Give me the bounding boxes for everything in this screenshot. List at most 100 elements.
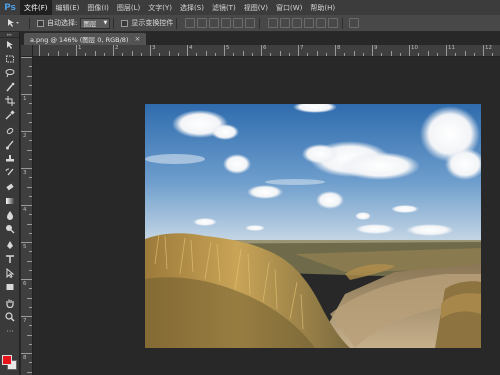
options-separator	[176, 17, 178, 29]
document-tab-title: a.png @ 146% (图层 0, RGB/8)	[30, 36, 129, 44]
align-right-icon[interactable]	[245, 18, 256, 28]
spot-heal-tool-icon[interactable]	[0, 124, 20, 138]
distribute-right-icon[interactable]	[328, 18, 339, 28]
ruler-minor-tick	[29, 177, 32, 179]
ruler-minor-tick	[196, 53, 198, 56]
distribute-left-icon[interactable]	[304, 18, 315, 28]
gradient-tool-icon[interactable]	[0, 194, 20, 208]
menu-window[interactable]: 窗口(W)	[272, 0, 306, 15]
ruler-minor-tick	[27, 334, 32, 336]
menu-help[interactable]: 帮助(H)	[306, 0, 339, 15]
menu-edit[interactable]: 编辑(E)	[52, 0, 84, 15]
type-tool-icon[interactable]	[0, 252, 20, 266]
ruler-minor-tick	[168, 51, 170, 56]
menu-layer[interactable]: 图层(L)	[113, 0, 144, 15]
ruler-tick	[335, 45, 336, 56]
ruler-label: 10	[411, 45, 418, 51]
distribute-vcenter-icon[interactable]	[280, 18, 291, 28]
ruler-minor-tick	[307, 53, 309, 56]
menu-image[interactable]: 图像(I)	[83, 0, 113, 15]
edit-toolbar-icon[interactable]: ···	[0, 324, 20, 338]
ruler-label: 1	[23, 96, 27, 102]
document-tab[interactable]: a.png @ 146% (图层 0, RGB/8) ×	[24, 33, 147, 45]
vertical-ruler[interactable]: 1 2 3 4 5 6 7 8	[21, 57, 33, 375]
horizontal-ruler[interactable]: 1 2 3 4 5 6 7 8 9 10 11 12	[33, 45, 500, 57]
ruler-label: 3	[152, 45, 156, 51]
ruler-minor-tick	[29, 140, 32, 142]
menu-filter[interactable]: 滤镜(T)	[208, 0, 240, 15]
ruler-minor-tick	[381, 53, 383, 56]
ruler-label: 8	[337, 45, 341, 51]
ruler-minor-tick	[159, 53, 161, 56]
zoom-tool-icon[interactable]	[0, 310, 20, 324]
distribute-top-icon[interactable]	[268, 18, 279, 28]
ruler-minor-tick	[140, 53, 142, 56]
ruler-tick	[261, 45, 262, 56]
ruler-minor-tick	[27, 223, 32, 225]
eyedropper-tool-icon[interactable]	[0, 108, 20, 122]
ruler-label: 12	[485, 45, 492, 51]
history-brush-tool-icon[interactable]	[0, 166, 20, 180]
show-transform-checkbox[interactable]	[121, 19, 129, 27]
eraser-tool-icon[interactable]	[0, 180, 20, 194]
ruler-minor-tick	[233, 53, 235, 56]
menu-view[interactable]: 视图(V)	[240, 0, 272, 15]
auto-select-label: 自动选择:	[47, 19, 78, 27]
ruler-minor-tick	[29, 232, 32, 234]
ruler-minor-tick	[66, 53, 68, 56]
ruler-minor-tick	[27, 75, 32, 77]
move-arrow-icon	[8, 19, 19, 27]
lasso-tool-icon[interactable]	[0, 66, 20, 80]
move-tool-preset-button[interactable]	[0, 15, 26, 32]
ruler-tick	[76, 45, 77, 56]
brush-tool-icon[interactable]	[0, 138, 20, 152]
document-image	[145, 104, 481, 348]
ruler-origin[interactable]	[21, 45, 33, 57]
menu-type[interactable]: 文字(Y)	[144, 0, 176, 15]
align-top-icon[interactable]	[185, 18, 196, 28]
auto-align-icon[interactable]	[349, 18, 360, 28]
ruler-label: 6	[23, 281, 27, 287]
ruler-minor-tick	[29, 288, 32, 290]
ruler-minor-tick	[390, 51, 392, 56]
ruler-minor-tick	[27, 149, 32, 151]
ruler-label: 7	[300, 45, 304, 51]
dodge-tool-icon[interactable]	[0, 222, 20, 236]
quick-select-tool-icon[interactable]	[0, 80, 20, 94]
menu-file[interactable]: 文件(F)	[20, 0, 52, 15]
auto-select-dropdown[interactable]: 图层 ▼	[80, 17, 111, 29]
distribute-bottom-icon[interactable]	[292, 18, 303, 28]
ruler-tick	[150, 45, 151, 56]
show-transform-label: 显示变换控件	[131, 19, 174, 27]
shape-tool-icon[interactable]	[0, 280, 20, 294]
marquee-tool-icon[interactable]	[0, 52, 20, 66]
foreground-color-swatch[interactable]	[2, 355, 12, 365]
align-left-icon[interactable]	[221, 18, 232, 28]
ruler-tick	[21, 205, 32, 206]
menu-select[interactable]: 选择(S)	[176, 0, 208, 15]
ruler-tick	[187, 45, 188, 56]
align-buttons	[184, 18, 256, 28]
move-tool-icon[interactable]	[0, 38, 20, 52]
align-bottom-icon[interactable]	[209, 18, 220, 28]
blur-tool-icon[interactable]	[0, 208, 20, 222]
ruler-minor-tick	[353, 51, 355, 56]
hand-tool-icon[interactable]	[0, 296, 20, 310]
ruler-minor-tick	[85, 53, 87, 56]
distribute-hcenter-icon[interactable]	[316, 18, 327, 28]
options-bar: 自动选择: 图层 ▼ 显示变换控件	[0, 15, 500, 32]
ruler-minor-tick	[427, 51, 429, 56]
ruler-minor-tick	[362, 53, 364, 56]
ruler-minor-tick	[27, 297, 32, 299]
align-hcenter-icon[interactable]	[233, 18, 244, 28]
close-icon[interactable]: ×	[134, 35, 140, 43]
crop-tool-icon[interactable]	[0, 94, 20, 108]
pen-tool-icon[interactable]	[0, 238, 20, 252]
align-vcenter-icon[interactable]	[197, 18, 208, 28]
auto-select-checkbox[interactable]	[37, 19, 44, 27]
ruler-minor-tick	[29, 269, 32, 271]
options-separator	[113, 17, 115, 29]
path-select-tool-icon[interactable]	[0, 266, 20, 280]
clone-stamp-tool-icon[interactable]	[0, 152, 20, 166]
canvas-area[interactable]	[33, 57, 500, 375]
